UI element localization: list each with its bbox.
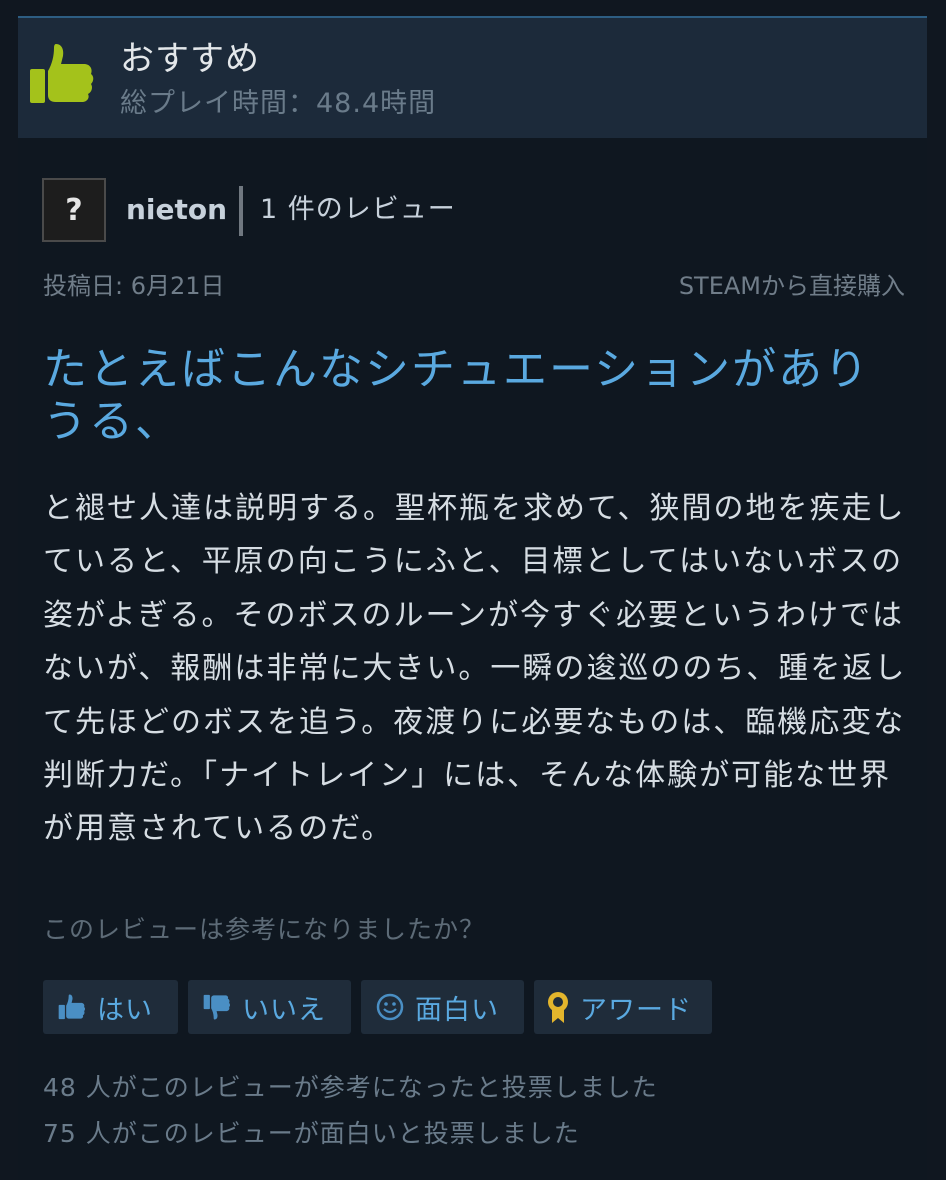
vote-funny-button[interactable]: 面白い — [361, 980, 524, 1034]
thumbs-up-icon — [30, 44, 94, 103]
review-card: おすすめ 総プレイ時間：48.4時間 ? nieton 1 件のレビュー 投稿日… — [18, 16, 927, 1180]
helpful-vote-count: 48 人がこのレビューが参考になったと投票しました — [43, 1073, 658, 1102]
vote-yes-label: はい — [97, 994, 153, 1026]
review-body: と褪せ人達は説明する。聖杯瓶を求めて、狭間の地を疾走していると、平原の向こうにふ… — [43, 491, 907, 847]
playtime-text: 総プレイ時間：48.4時間 — [120, 88, 437, 119]
purchase-source: STEAMから直接購入 — [678, 272, 905, 300]
vote-funny-label: 面白い — [415, 994, 499, 1026]
award-label: アワード — [580, 994, 692, 1026]
author-review-count-link[interactable]: 1 件のレビュー — [260, 192, 456, 228]
thumbs-down-icon — [203, 994, 231, 1020]
review-title: たとえばこんなシチュエーションがありうる、 — [43, 344, 871, 447]
thumbs-up-icon — [58, 994, 86, 1020]
award-button[interactable]: アワード — [534, 980, 712, 1034]
funny-vote-count: 75 人がこのレビューが面白いと投票しました — [43, 1119, 580, 1148]
smiley-icon — [376, 993, 404, 1021]
vote-no-label: いいえ — [242, 994, 326, 1026]
author-name-link[interactable]: nieton — [126, 192, 227, 228]
divider — [239, 186, 243, 236]
review-header[interactable]: おすすめ 総プレイ時間：48.4時間 — [18, 16, 927, 138]
helpful-question: このレビューは参考になりましたか？ — [43, 915, 486, 944]
vote-yes-button[interactable]: はい — [43, 980, 178, 1034]
avatar[interactable]: ? — [42, 178, 106, 242]
award-icon — [548, 992, 568, 1023]
recommendation-label: おすすめ — [120, 39, 260, 79]
posted-date: 投稿日: 6月21日 — [43, 272, 225, 300]
vote-no-button[interactable]: いいえ — [188, 980, 351, 1034]
